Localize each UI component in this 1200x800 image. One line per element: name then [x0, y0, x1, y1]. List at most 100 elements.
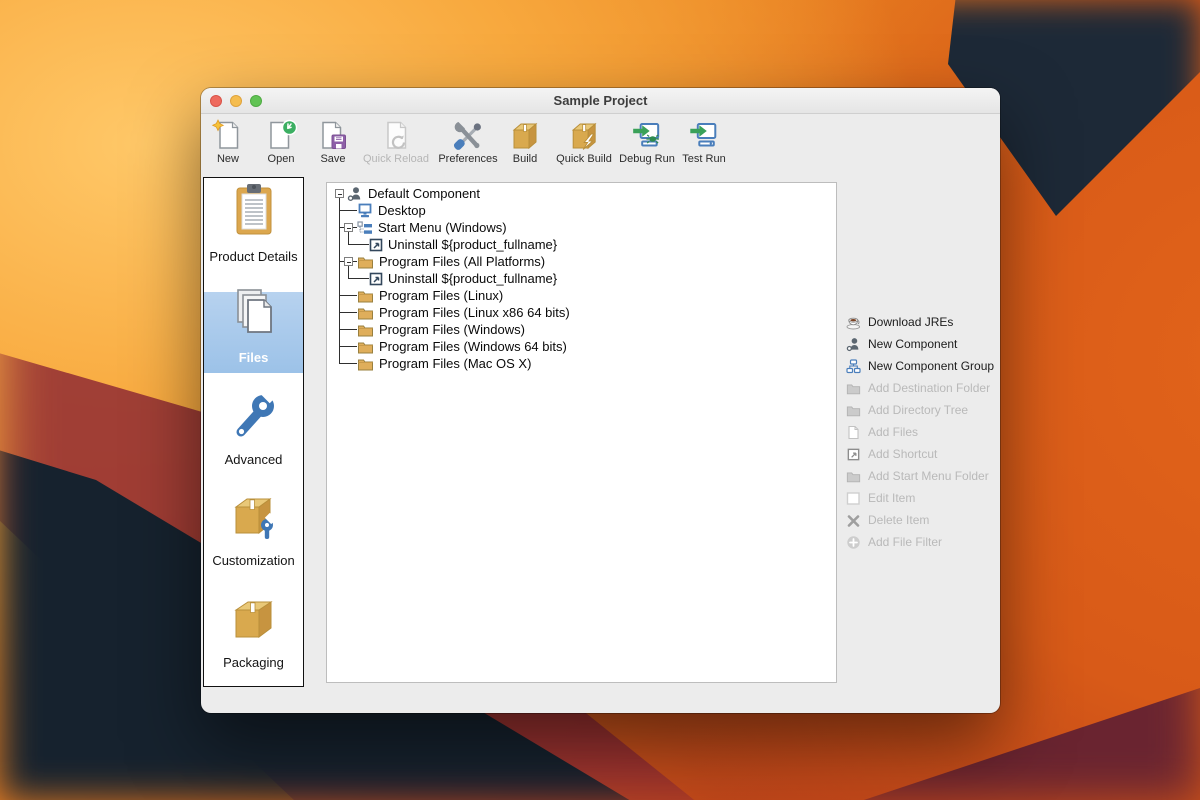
tree-row-start-menu[interactable]: Start Menu (Windows)	[327, 219, 836, 236]
test-run-button[interactable]: Test Run	[682, 119, 726, 165]
tree-row-program-files-macosx[interactable]: Program Files (Mac OS X)	[327, 355, 836, 372]
tree-item-label: Program Files (Linux x86 64 bits)	[379, 305, 570, 320]
tree-item-label: Program Files (All Platforms)	[379, 254, 546, 269]
clipboard-icon	[230, 183, 278, 242]
app-window: Sample Project New Open Save Quick Reloa…	[201, 88, 1000, 713]
action-list: Download JREs New Component New Componen…	[846, 311, 998, 553]
toolbar-label: New	[216, 153, 239, 165]
start-menu-icon	[357, 220, 373, 236]
toolbar-label: Save	[320, 153, 346, 165]
reload-document-icon	[379, 119, 413, 151]
collapse-toggle-icon[interactable]	[344, 257, 353, 266]
action-label: Add Destination Folder	[868, 381, 991, 395]
sidebar-item-label: Product Details	[209, 248, 298, 264]
tools-icon	[451, 119, 485, 151]
preferences-button[interactable]: Preferences	[438, 119, 498, 165]
build-button[interactable]: Build	[508, 119, 542, 165]
tree-item-label: Default Component	[368, 186, 481, 201]
tree-item-label: Desktop	[378, 203, 426, 218]
monitor-run-icon	[687, 119, 721, 151]
sidebar-item-label: Files	[238, 350, 269, 365]
sidebar-item-label: Customization	[212, 553, 295, 568]
sidebar-item-product-details[interactable]: Product Details	[204, 178, 303, 280]
folder-icon	[357, 339, 374, 355]
folder-gray-icon	[846, 403, 861, 418]
tree-row-program-files-windows[interactable]: Program Files (Windows)	[327, 321, 836, 338]
action-label: Download JREs	[868, 315, 954, 329]
shortcut-gray-icon	[846, 447, 861, 462]
window-title: Sample Project	[553, 93, 648, 108]
action-label: Add Files	[868, 425, 919, 439]
folder-icon	[357, 305, 374, 321]
sidebar-item-files[interactable]: Files	[204, 280, 303, 382]
coffee-cup-icon	[846, 315, 861, 330]
open-button[interactable]: Open	[264, 119, 298, 165]
tree-row-desktop[interactable]: Desktop	[327, 202, 836, 219]
save-document-icon	[316, 119, 350, 151]
sidebar-item-packaging[interactable]: Packaging	[204, 584, 303, 686]
folder-gray-icon	[846, 381, 861, 396]
package-box-icon	[508, 119, 542, 151]
tree-row-uninstall-shortcut[interactable]: Uninstall ${product_fullname}	[327, 270, 836, 287]
tree-row-default-component[interactable]: Default Component	[327, 185, 836, 202]
tree-item-label: Start Menu (Windows)	[378, 220, 507, 235]
tree-row-program-files-linux64[interactable]: Program Files (Linux x86 64 bits)	[327, 304, 836, 321]
toolbar-label: Preferences	[438, 153, 498, 165]
document-gray-icon	[846, 425, 861, 440]
action-label: Add File Filter	[868, 535, 943, 549]
debug-run-button[interactable]: Debug Run	[619, 119, 675, 165]
folder-icon	[357, 356, 374, 372]
collapse-toggle-icon[interactable]	[335, 189, 344, 198]
new-component-group-button[interactable]: New Component Group	[846, 355, 998, 377]
save-button[interactable]: Save	[316, 119, 350, 165]
tree-row-program-files-all[interactable]: Program Files (All Platforms)	[327, 253, 836, 270]
sidebar-item-label: Advanced	[224, 451, 283, 467]
add-directory-tree-button: Add Directory Tree	[846, 399, 998, 421]
box-icon	[229, 595, 279, 648]
add-destination-folder-button: Add Destination Folder	[846, 377, 998, 399]
tree-row-uninstall-shortcut[interactable]: Uninstall ${product_fullname}	[327, 236, 836, 253]
tree-item-label: Program Files (Windows)	[379, 322, 525, 337]
folder-gray-icon	[846, 469, 861, 484]
toolbar-label: Build	[512, 153, 538, 165]
files-stack-icon	[231, 288, 277, 343]
download-jres-button[interactable]: Download JREs	[846, 311, 998, 333]
tree-item-label: Uninstall ${product_fullname}	[388, 237, 558, 252]
toolbar: New Open Save Quick Reload Preferences B…	[201, 114, 1000, 176]
quick-build-button[interactable]: Quick Build	[556, 119, 612, 165]
sidebar: Product Details Files Advanced Customiza…	[203, 177, 304, 687]
action-label: New Component Group	[868, 359, 995, 373]
titlebar[interactable]: Sample Project	[201, 88, 1000, 114]
square-outline-icon	[846, 491, 861, 506]
new-component-button[interactable]: New Component	[846, 333, 998, 355]
action-label: New Component	[868, 337, 958, 351]
sidebar-item-advanced[interactable]: Advanced	[204, 381, 303, 483]
action-label: Edit Item	[868, 491, 916, 505]
toolbar-label: Quick Reload	[362, 153, 430, 165]
toolbar-label: Test Run	[682, 153, 726, 165]
open-document-icon	[264, 119, 298, 151]
plus-circle-icon	[846, 535, 861, 550]
tree-item-label: Program Files (Windows 64 bits)	[379, 339, 567, 354]
tree-item-label: Program Files (Linux)	[379, 288, 504, 303]
tree-row-program-files-linux[interactable]: Program Files (Linux)	[327, 287, 836, 304]
toolbar-label: Debug Run	[619, 153, 675, 165]
collapse-toggle-icon[interactable]	[344, 223, 353, 232]
shortcut-icon	[369, 271, 383, 287]
delete-item-button: Delete Item	[846, 509, 998, 531]
tree-item-label: Uninstall ${product_fullname}	[388, 271, 558, 286]
add-shortcut-button: Add Shortcut	[846, 443, 998, 465]
tree-item-label: Program Files (Mac OS X)	[379, 356, 532, 371]
package-bolt-icon	[567, 119, 601, 151]
folder-icon	[357, 254, 374, 270]
sidebar-item-customization[interactable]: Customization	[204, 483, 303, 585]
component-icon	[846, 337, 861, 352]
tree-row-program-files-windows64[interactable]: Program Files (Windows 64 bits)	[327, 338, 836, 355]
monitor-bug-icon	[630, 119, 664, 151]
new-document-icon	[211, 119, 245, 151]
component-icon	[347, 186, 363, 202]
add-files-button: Add Files	[846, 421, 998, 443]
folder-icon	[357, 288, 374, 304]
toolbar-label: Quick Build	[556, 153, 612, 165]
new-button[interactable]: New	[211, 119, 245, 165]
